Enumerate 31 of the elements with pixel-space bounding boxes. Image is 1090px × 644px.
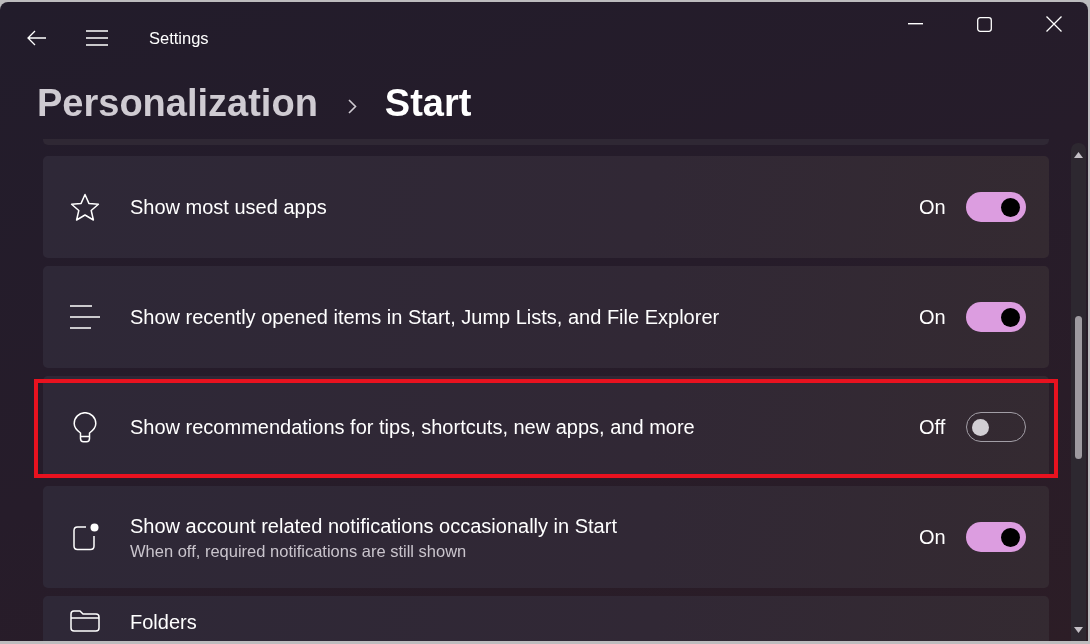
chevron-right-icon (347, 98, 357, 114)
back-arrow-icon (27, 30, 47, 46)
setting-label: Show account related notifications occasionally in Start (130, 513, 618, 538)
scrollbar[interactable] (1071, 143, 1086, 641)
close-icon (1045, 16, 1062, 32)
maximize-icon (977, 16, 992, 32)
scroll-down-icon[interactable] (1074, 627, 1083, 633)
scrollbar-thumb[interactable] (1075, 316, 1082, 459)
toggle-switch[interactable] (966, 522, 1026, 552)
toggle-switch[interactable] (966, 192, 1026, 222)
toggle-state-label: On (919, 525, 947, 549)
window-title: Settings (149, 28, 209, 48)
lightbulb-icon (73, 411, 97, 443)
menu-icon (86, 30, 108, 46)
page-title: Start (384, 81, 472, 125)
breadcrumb-link[interactable]: Personalization (37, 81, 318, 125)
toggle-state-label: On (919, 195, 947, 219)
list-icon (70, 305, 100, 329)
setting-label: Show most used apps (130, 195, 328, 219)
toggle-state-label: Off (919, 415, 947, 439)
scroll-up-icon[interactable] (1074, 152, 1083, 158)
setting-label[interactable]: Folders (130, 610, 1026, 634)
star-icon (70, 192, 100, 222)
toggle-switch[interactable] (966, 302, 1026, 332)
setting-label: Show recommendations for tips, shortcuts, new apps, and more (130, 415, 696, 439)
setting-label: Show recently opened items in Start, Jump Lists, and File Explorer (130, 305, 721, 329)
folder-icon (70, 610, 100, 632)
setting-description: When off, required notifications are still shown (130, 540, 468, 561)
minimize-icon (908, 23, 923, 25)
notification-badge-icon (71, 523, 99, 551)
toggle-state-label: On (919, 305, 947, 329)
